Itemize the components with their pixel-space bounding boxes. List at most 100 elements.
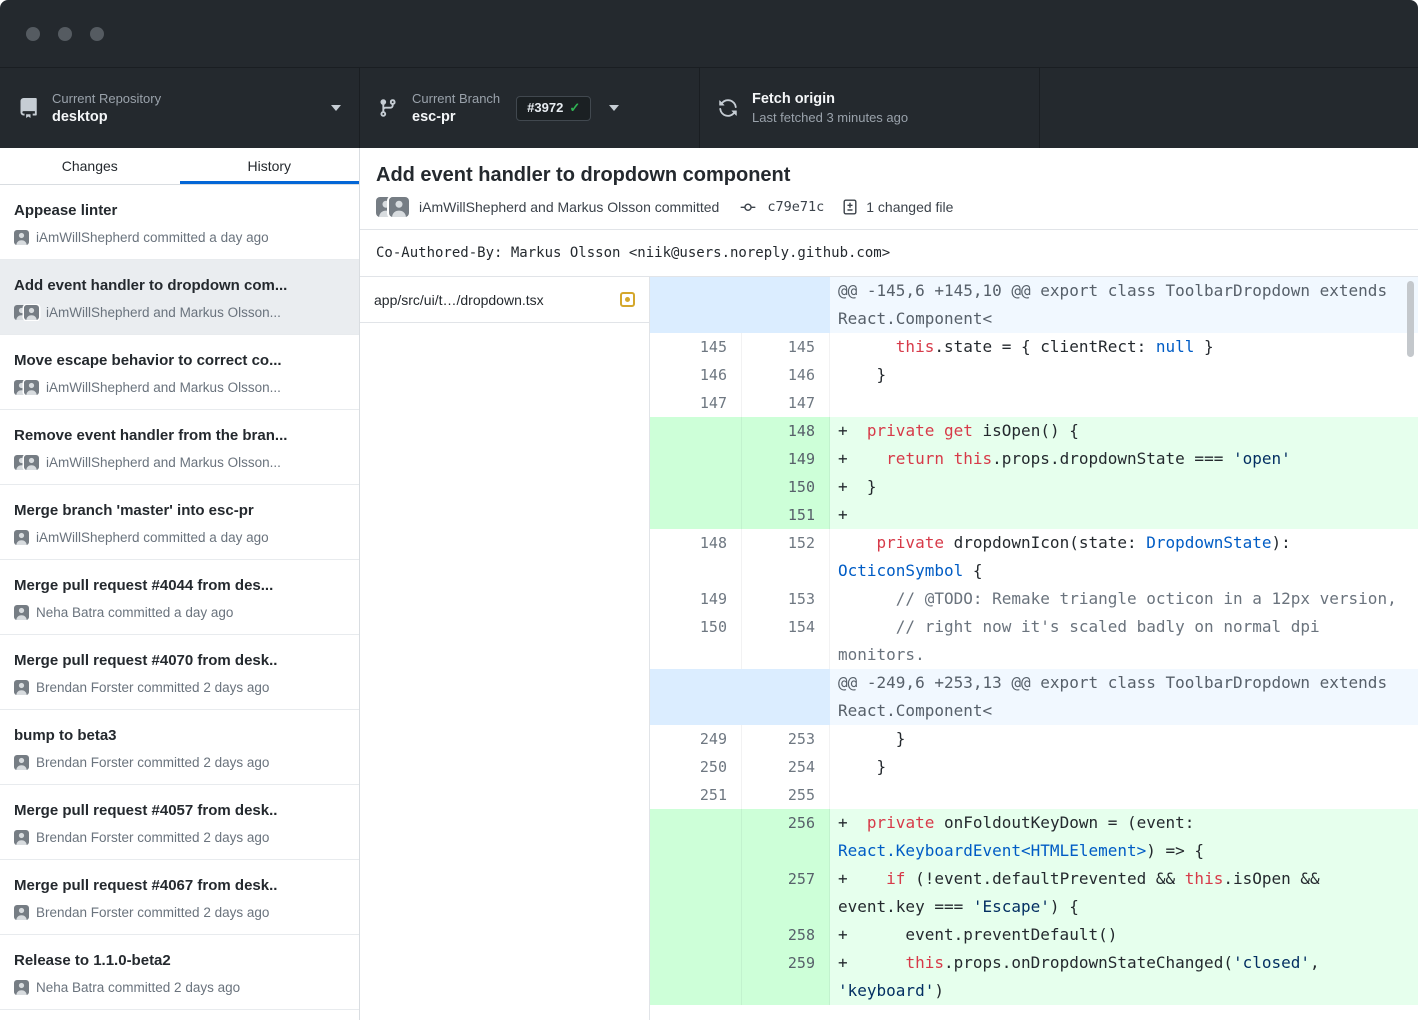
diff-view: @@ -145,6 +145,10 @@ export class Toolba…: [650, 277, 1418, 1020]
commit-item-avatars: [14, 605, 29, 620]
diff-old-line-number: [650, 809, 742, 865]
diff-new-line-number: 153: [742, 585, 830, 613]
history-commit-item[interactable]: Release to 1.1.0-beta2 Neha Batra commit…: [0, 935, 359, 1010]
diff-code-line[interactable]: }: [830, 361, 1418, 389]
diff-code-line[interactable]: @@ -249,6 +253,13 @@ export class Toolba…: [830, 669, 1418, 725]
diff-code-line[interactable]: }: [830, 753, 1418, 781]
close-window-icon[interactable]: [26, 27, 40, 41]
commit-item-byline: iAmWillShepherd committed a day ago: [36, 529, 269, 546]
commit-item-byline: Brendan Forster committed 2 days ago: [36, 904, 269, 921]
diff-row: 146 146 }: [650, 361, 1418, 389]
repository-switcher-button[interactable]: Current Repository desktop: [0, 68, 360, 148]
commit-item-byline: Brendan Forster committed 2 days ago: [36, 679, 269, 696]
diff-code-line[interactable]: + this.props.onDropdownStateChanged('clo…: [830, 949, 1418, 1005]
history-commit-item[interactable]: Add event handler to dropdown com... iAm…: [0, 260, 359, 335]
avatar: [24, 380, 39, 395]
history-commit-item[interactable]: Merge pull request #4070 from desk.. Bre…: [0, 635, 359, 710]
diff-new-line-number: 146: [742, 361, 830, 389]
minimize-window-icon[interactable]: [58, 27, 72, 41]
diff-code-line[interactable]: + private onFoldoutKeyDown = (event: Rea…: [830, 809, 1418, 865]
diff-code-line[interactable]: + event.preventDefault(): [830, 921, 1418, 949]
commit-item-title: Remove event handler from the bran...: [14, 426, 345, 446]
scrollbar-thumb[interactable]: [1407, 281, 1414, 357]
diff-code-line[interactable]: private dropdownIcon(state: DropdownStat…: [830, 529, 1418, 585]
branch-switcher-button[interactable]: Current Branch esc-pr #3972: [360, 68, 700, 148]
diff-new-line-number: 254: [742, 753, 830, 781]
diff-code-line[interactable]: + return this.props.dropdownState === 'o…: [830, 445, 1418, 473]
diff-row: 251 255: [650, 781, 1418, 809]
history-commit-item[interactable]: Appease linter iAmWillShepherd committed…: [0, 185, 359, 260]
diff-code-line[interactable]: this.state = { clientRect: null }: [830, 333, 1418, 361]
diff-row: 256 + private onFoldoutKeyDown = (event:…: [650, 809, 1418, 865]
commit-item-title: Merge pull request #4067 from desk..: [14, 876, 345, 896]
history-commit-item[interactable]: bump to beta3 Brendan Forster committed …: [0, 710, 359, 785]
avatar: [14, 905, 29, 920]
commit-item-avatars: [14, 305, 39, 320]
diff-old-line-number: 145: [650, 333, 742, 361]
repo-icon: [18, 97, 38, 119]
history-commit-item[interactable]: Merge pull request #4057 from desk.. Bre…: [0, 785, 359, 860]
tab-history[interactable]: History: [180, 148, 360, 184]
file-row[interactable]: app/src/ui/t…/dropdown.tsx: [360, 277, 649, 323]
history-commit-item[interactable]: Merge pull request #4059 from desk..: [0, 1010, 359, 1020]
diff-code-line[interactable]: + if (!event.defaultPrevented && this.is…: [830, 865, 1418, 921]
diff-code-line[interactable]: @@ -145,6 +145,10 @@ export class Toolba…: [830, 277, 1418, 333]
diff-code-line[interactable]: [830, 389, 1418, 417]
commit-item-title: Appease linter: [14, 201, 345, 221]
diff-old-line-number: 148: [650, 529, 742, 585]
commit-header: Add event handler to dropdown component …: [360, 148, 1418, 229]
check-icon: [569, 100, 580, 116]
avatar: [24, 305, 39, 320]
diff-row: 149 + return this.props.dropdownState ==…: [650, 445, 1418, 473]
commit-item-avatars: [14, 980, 29, 995]
diff-code-line[interactable]: [830, 781, 1418, 809]
avatar: [14, 755, 29, 770]
diff-row: 150 + }: [650, 473, 1418, 501]
commit-item-byline: iAmWillShepherd and Markus Olsson...: [46, 379, 281, 396]
diff-code-line[interactable]: // right now it's scaled badly on normal…: [830, 613, 1418, 669]
diff-old-line-number: 146: [650, 361, 742, 389]
tab-changes[interactable]: Changes: [0, 148, 180, 184]
diff-row: 257 + if (!event.defaultPrevented && thi…: [650, 865, 1418, 921]
diff-old-line-number: [650, 921, 742, 949]
commit-item-avatars: [14, 530, 29, 545]
diff-code-line[interactable]: }: [830, 725, 1418, 753]
sync-icon: [718, 98, 738, 118]
diff-new-line-number: 145: [742, 333, 830, 361]
commit-meta: iAmWillShepherd and Markus Olsson commit…: [376, 197, 1402, 217]
commit-item-title: Merge pull request #4044 from des...: [14, 576, 345, 596]
commit-title: Add event handler to dropdown component: [376, 162, 1402, 188]
history-commit-item[interactable]: Merge pull request #4044 from des... Neh…: [0, 560, 359, 635]
diff-old-line-number: [650, 417, 742, 445]
history-commit-item[interactable]: Move escape behavior to correct co... iA…: [0, 335, 359, 410]
commit-item-avatars: [14, 455, 39, 470]
diff-new-line-number: 152: [742, 529, 830, 585]
diff-new-line-number: 147: [742, 389, 830, 417]
main-panel: Add event handler to dropdown component …: [360, 148, 1418, 1020]
repository-label: Current Repository: [52, 91, 161, 106]
diff-new-line-number: 256: [742, 809, 830, 865]
commit-item-title: bump to beta3: [14, 726, 345, 746]
avatar: [24, 455, 39, 470]
history-commit-item[interactable]: Remove event handler from the bran... iA…: [0, 410, 359, 485]
diff-row: 147 147: [650, 389, 1418, 417]
diff-old-line-number: 149: [650, 585, 742, 613]
diff-row: @@ -145,6 +145,10 @@ export class Toolba…: [650, 277, 1418, 333]
diff-code-line[interactable]: // @TODO: Remake triangle octicon in a 1…: [830, 585, 1418, 613]
commit-item-byline: Brendan Forster committed 2 days ago: [36, 829, 269, 846]
avatar: [14, 605, 29, 620]
diff-code-line[interactable]: +: [830, 501, 1418, 529]
history-commit-item[interactable]: Merge branch 'master' into esc-pr iAmWil…: [0, 485, 359, 560]
app-window: Current Repository desktop Current Branc…: [0, 0, 1418, 1020]
fetch-origin-button[interactable]: Fetch origin Last fetched 3 minutes ago: [700, 68, 1040, 148]
diff-row: 150 154 // right now it's scaled badly o…: [650, 613, 1418, 669]
diff-new-line-number: 148: [742, 417, 830, 445]
changed-files-count: 1 changed file: [866, 199, 953, 215]
history-commit-item[interactable]: Merge pull request #4067 from desk.. Bre…: [0, 860, 359, 935]
diff-code-line[interactable]: + }: [830, 473, 1418, 501]
diff-row: 250 254 }: [650, 753, 1418, 781]
zoom-window-icon[interactable]: [90, 27, 104, 41]
diff-code-line[interactable]: + private get isOpen() {: [830, 417, 1418, 445]
diff-old-line-number: [650, 949, 742, 1005]
changed-files-panel: app/src/ui/t…/dropdown.tsx: [360, 277, 650, 1020]
